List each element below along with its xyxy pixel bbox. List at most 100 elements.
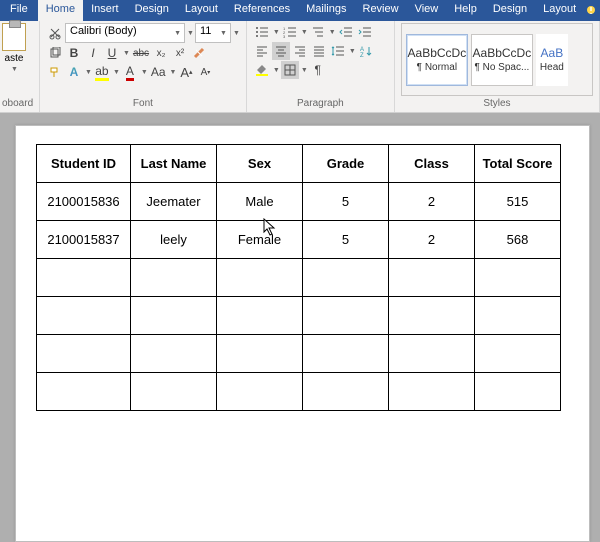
bullets-icon[interactable]	[253, 23, 271, 41]
show-hide-button[interactable]: ¶	[309, 61, 327, 79]
numbering-icon[interactable]: 123	[281, 23, 299, 41]
tell-me-icon[interactable]	[584, 0, 600, 21]
font-family-value: Calibri (Body)	[70, 25, 137, 37]
table-row[interactable]	[37, 335, 561, 373]
style-preview: AaBbCcDc	[408, 46, 467, 60]
group-clipboard-label: oboard	[2, 96, 33, 112]
multilevel-list-icon[interactable]	[309, 23, 327, 41]
tab-help[interactable]: Help	[446, 0, 485, 21]
align-center-icon[interactable]	[272, 42, 290, 60]
paste-button[interactable]: aste ▼	[2, 23, 26, 73]
chevron-down-icon: ▼	[329, 29, 336, 36]
table-body: 2100015836JeematerMale52515 2100015837le…	[37, 183, 561, 411]
italic-button[interactable]: I	[84, 44, 102, 62]
align-right-icon[interactable]	[291, 42, 309, 60]
align-left-icon[interactable]	[253, 42, 271, 60]
sort-icon[interactable]: AZ	[357, 42, 375, 60]
underline-button[interactable]: U	[103, 44, 121, 62]
style-name: ¶ No Spac...	[474, 62, 529, 73]
tab-view[interactable]: View	[407, 0, 447, 21]
font-size-value: 11	[200, 25, 211, 37]
chevron-down-icon: ▼	[170, 69, 177, 76]
highlight-button[interactable]: ab	[93, 63, 111, 81]
text-effects-button[interactable]: A	[65, 63, 83, 81]
tab-insert[interactable]: Insert	[83, 0, 127, 21]
tab-mailings[interactable]: Mailings	[298, 0, 354, 21]
increase-indent-icon[interactable]	[356, 23, 374, 41]
group-font-label: Font	[46, 96, 240, 112]
group-paragraph-label: Paragraph	[253, 96, 388, 112]
style-no-spacing[interactable]: AaBbCcDc ¶ No Spac...	[471, 34, 533, 86]
ribbon-tabs: File Home Insert Design Layout Reference…	[0, 0, 600, 21]
style-name: ¶ Normal	[417, 62, 457, 73]
chevron-down-icon: ▼	[349, 48, 356, 55]
ribbon: aste ▼ oboard Calibri (Body) ▼ ▼ 11 ▼	[0, 21, 600, 113]
th-grade[interactable]: Grade	[303, 145, 389, 183]
chevron-down-icon: ▼	[273, 67, 280, 74]
table-row[interactable]	[37, 373, 561, 411]
borders-icon[interactable]	[281, 61, 299, 79]
table-row[interactable]: 2100015836JeematerMale52515	[37, 183, 561, 221]
style-preview: AaB	[541, 46, 564, 60]
th-class[interactable]: Class	[389, 145, 475, 183]
copy-icon[interactable]	[46, 44, 64, 62]
grow-font-button[interactable]: A▴	[177, 63, 195, 81]
document-area: Student ID Last Name Sex Grade Class Tot…	[0, 113, 600, 542]
format-painter-icon[interactable]	[46, 63, 64, 81]
superscript-button[interactable]: x²	[171, 44, 189, 62]
paste-icon	[2, 23, 26, 51]
tab-references[interactable]: References	[226, 0, 298, 21]
change-case-button[interactable]: Aa	[149, 63, 168, 81]
style-name: Head	[540, 62, 564, 73]
shrink-font-button[interactable]: A▾	[196, 63, 214, 81]
table-row[interactable]: 2100015837leelyFemale52568	[37, 221, 561, 259]
cut-icon[interactable]	[46, 24, 64, 42]
style-normal[interactable]: AaBbCcDc ¶ Normal	[406, 34, 468, 86]
tab-table-design[interactable]: Design	[485, 0, 535, 21]
chevron-down-icon: ▼	[187, 30, 194, 37]
chevron-down-icon: ▼	[11, 66, 18, 73]
tab-layout[interactable]: Layout	[177, 0, 226, 21]
bold-button[interactable]: B	[65, 44, 83, 62]
tab-design[interactable]: Design	[127, 0, 177, 21]
table-row[interactable]	[37, 259, 561, 297]
th-student-id[interactable]: Student ID	[37, 145, 131, 183]
tab-file[interactable]: File	[0, 0, 38, 21]
chevron-down-icon: ▼	[123, 50, 130, 57]
chevron-down-icon: ▼	[301, 29, 308, 36]
clear-formatting-icon[interactable]	[190, 44, 208, 62]
th-sex[interactable]: Sex	[217, 145, 303, 183]
chevron-down-icon: ▼	[174, 30, 181, 37]
th-total-score[interactable]: Total Score	[475, 145, 561, 183]
group-styles-label: Styles	[401, 96, 593, 112]
chevron-down-icon: ▼	[273, 29, 280, 36]
decrease-indent-icon[interactable]	[337, 23, 355, 41]
page[interactable]: Student ID Last Name Sex Grade Class Tot…	[15, 125, 590, 542]
table-header-row[interactable]: Student ID Last Name Sex Grade Class Tot…	[37, 145, 561, 183]
strikethrough-button[interactable]: abc	[131, 44, 151, 62]
font-family-select[interactable]: Calibri (Body) ▼	[65, 23, 185, 43]
font-size-select[interactable]: 11 ▼	[195, 23, 231, 43]
chevron-down-icon: ▼	[85, 69, 92, 76]
shading-icon[interactable]	[253, 61, 271, 79]
table-row[interactable]	[37, 297, 561, 335]
line-spacing-icon[interactable]	[329, 42, 347, 60]
svg-text:3: 3	[283, 34, 286, 38]
style-preview: AaBbCcDc	[473, 46, 532, 60]
chevron-down-icon: ▼	[233, 30, 240, 37]
paste-label: aste	[5, 53, 24, 64]
chevron-down-icon: ▼	[113, 69, 120, 76]
chevron-down-icon: ▼	[141, 69, 148, 76]
th-last-name[interactable]: Last Name	[131, 145, 217, 183]
font-color-button[interactable]: A	[121, 63, 139, 81]
svg-text:Z: Z	[360, 53, 364, 57]
tab-review[interactable]: Review	[355, 0, 407, 21]
chevron-down-icon: ▼	[301, 67, 308, 74]
subscript-button[interactable]: x₂	[152, 44, 170, 62]
chevron-down-icon: ▼	[220, 30, 227, 37]
student-table[interactable]: Student ID Last Name Sex Grade Class Tot…	[36, 144, 561, 411]
justify-icon[interactable]	[310, 42, 328, 60]
tab-home[interactable]: Home	[38, 0, 83, 21]
tab-table-layout[interactable]: Layout	[535, 0, 584, 21]
style-heading[interactable]: AaB Head	[536, 34, 568, 86]
